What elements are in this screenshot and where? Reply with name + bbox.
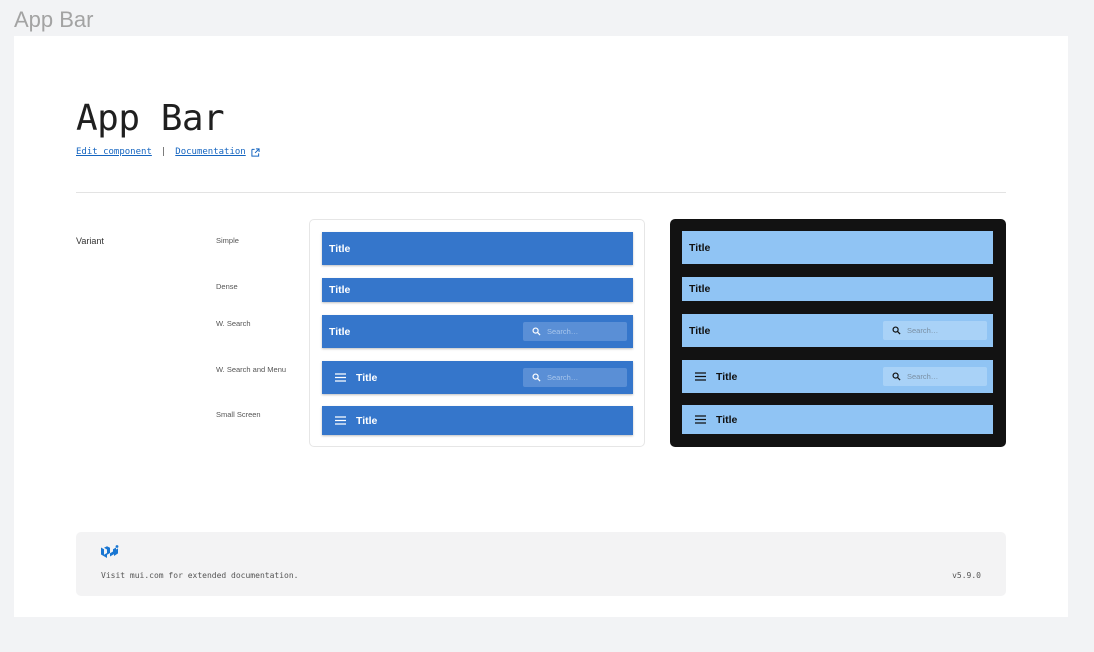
search-icon: [532, 373, 541, 382]
variant-label-dense: Dense: [216, 282, 238, 291]
search-placeholder: Search…: [547, 327, 579, 336]
variant-label-simple: Simple: [216, 236, 239, 245]
version-label: v5.9.0: [952, 571, 981, 580]
external-link-icon[interactable]: [251, 147, 260, 157]
app-bar-title: Title: [716, 370, 738, 383]
edit-component-link[interactable]: Edit component: [76, 147, 152, 157]
light-theme-panel: Title Title Title Search… Title Search… …: [309, 219, 645, 447]
app-bar-simple: Title: [682, 231, 993, 264]
app-bar-title: Title: [689, 283, 711, 295]
app-bar-title: Title: [329, 284, 351, 296]
footer-visit-text: Visit mui.com for extended documentation…: [101, 571, 299, 580]
search-icon: [532, 327, 541, 336]
property-label: Variant: [76, 236, 104, 246]
app-bar-search: Title Search…: [682, 314, 993, 347]
app-bar-small-screen: Title: [322, 406, 633, 435]
link-separator: |: [160, 147, 167, 157]
header-divider: [76, 192, 1006, 193]
app-bar-dense: Title: [322, 278, 633, 302]
app-bar-search-menu: Title Search…: [322, 361, 633, 394]
search-placeholder: Search…: [907, 372, 939, 381]
search-input[interactable]: Search…: [883, 321, 987, 340]
app-bar-dense: Title: [682, 277, 993, 301]
footer-card: Visit mui.com for extended documentation…: [76, 532, 1006, 596]
search-icon: [892, 326, 901, 335]
variant-label-search-menu: W. Search and Menu: [216, 365, 287, 374]
search-input[interactable]: Search…: [523, 322, 627, 341]
app-bar-title: Title: [356, 371, 378, 384]
app-bar-simple: Title: [322, 232, 633, 265]
search-input[interactable]: Search…: [883, 367, 987, 386]
mui-logo: [101, 545, 119, 558]
component-canvas: App Bar Edit component | Documentation V…: [14, 36, 1068, 617]
menu-icon[interactable]: [335, 373, 346, 382]
app-bar-title: Title: [329, 242, 351, 255]
app-bar-title: Title: [329, 325, 351, 338]
dark-theme-panel: Title Title Title Search… Title Search… …: [670, 219, 1006, 447]
header-links: Edit component | Documentation: [76, 147, 260, 157]
app-bar-title: Title: [689, 241, 711, 254]
documentation-link[interactable]: Documentation: [175, 147, 245, 157]
page-title: App Bar: [76, 98, 225, 139]
menu-icon[interactable]: [695, 415, 706, 424]
app-bar-title: Title: [689, 324, 711, 337]
menu-icon[interactable]: [335, 416, 346, 425]
app-bar-search-menu: Title Search…: [682, 360, 993, 393]
search-icon: [892, 372, 901, 381]
menu-icon[interactable]: [695, 372, 706, 381]
app-bar-title: Title: [716, 413, 738, 426]
variant-label-search: W. Search: [216, 319, 251, 328]
app-bar-title: Title: [356, 414, 378, 427]
variant-label-small-screen: Small Screen: [216, 410, 261, 419]
search-placeholder: Search…: [907, 326, 939, 335]
app-bar-search: Title Search…: [322, 315, 633, 348]
app-bar-small-screen: Title: [682, 405, 993, 434]
search-placeholder: Search…: [547, 373, 579, 382]
search-input[interactable]: Search…: [523, 368, 627, 387]
frame-label: App Bar: [14, 7, 94, 32]
